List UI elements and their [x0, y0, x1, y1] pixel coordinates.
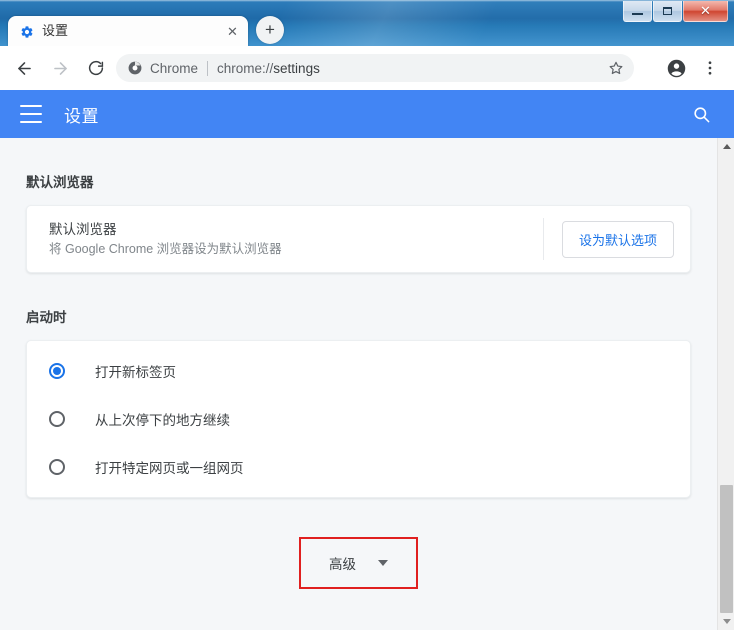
- search-icon[interactable]: [690, 103, 712, 125]
- settings-content: 默认浏览器 默认浏览器 将 Google Chrome 浏览器设为默认浏览器 设…: [0, 138, 717, 630]
- close-tab-button[interactable]: ✕: [225, 24, 240, 39]
- default-browser-card: 默认浏览器 将 Google Chrome 浏览器设为默认浏览器 设为默认选项: [26, 205, 691, 273]
- radio-button-icon[interactable]: [49, 363, 65, 379]
- on-startup-card: 打开新标签页 从上次停下的地方继续 打开特定网页或一组网页: [26, 340, 691, 498]
- vertical-scrollbar[interactable]: [717, 138, 734, 630]
- startup-option-new-tab[interactable]: 打开新标签页: [27, 347, 690, 395]
- hamburger-bar: [20, 105, 42, 107]
- new-tab-button[interactable]: +: [256, 16, 284, 44]
- startup-radio-group: 打开新标签页 从上次停下的地方继续 打开特定网页或一组网页: [27, 341, 690, 497]
- maximize-icon: [663, 7, 672, 15]
- maximize-button[interactable]: [653, 1, 682, 22]
- omnibox-url-scheme: chrome://: [217, 60, 274, 76]
- address-bar[interactable]: Chrome chrome://settings: [116, 54, 634, 82]
- browser-tab[interactable]: 设置 ✕: [8, 16, 248, 46]
- omnibox-chip-label: Chrome: [150, 60, 199, 76]
- startup-option-specific-pages[interactable]: 打开特定网页或一组网页: [27, 443, 690, 491]
- divider: [542, 218, 544, 260]
- default-browser-text: 默认浏览器 将 Google Chrome 浏览器设为默认浏览器: [49, 220, 543, 259]
- scrollbar-thumb[interactable]: [720, 485, 733, 613]
- profile-avatar-button[interactable]: [662, 54, 690, 82]
- forward-button[interactable]: [45, 53, 75, 83]
- set-as-default-button[interactable]: 设为默认选项: [561, 220, 674, 258]
- section-label-default-browser: 默认浏览器: [26, 175, 94, 190]
- gear-icon: [19, 24, 34, 39]
- settings-header: 设置: [0, 90, 734, 138]
- close-window-button[interactable]: ✕: [683, 1, 728, 22]
- omnibox-url: chrome://settings: [217, 61, 320, 76]
- advanced-label: 高级: [329, 557, 356, 572]
- close-icon: ✕: [700, 3, 711, 19]
- startup-option-label: 打开新标签页: [95, 365, 176, 380]
- startup-option-continue[interactable]: 从上次停下的地方继续: [27, 395, 690, 443]
- radio-button-icon[interactable]: [49, 459, 65, 475]
- page-title: 设置: [64, 106, 99, 126]
- hamburger-bar: [20, 121, 42, 123]
- back-button[interactable]: [9, 53, 39, 83]
- chrome-logo-icon: [127, 60, 143, 76]
- scroll-down-button[interactable]: [718, 613, 734, 630]
- advanced-section: 高级: [0, 537, 717, 589]
- minimize-icon: [632, 13, 643, 15]
- default-browser-title: 默认浏览器: [49, 221, 117, 237]
- omnibox-url-path: settings: [273, 60, 320, 76]
- bookmark-star-icon[interactable]: [606, 58, 626, 78]
- section-label-on-startup: 启动时: [26, 310, 67, 325]
- startup-option-label: 从上次停下的地方继续: [95, 413, 230, 428]
- radio-button-icon[interactable]: [49, 411, 65, 427]
- advanced-expand-button[interactable]: 高级: [329, 553, 388, 573]
- browser-window: ✕ 设置 ✕ + Chrome chrome://settings 设置 默认浏…: [0, 0, 734, 630]
- triangle-up-icon: [722, 144, 731, 149]
- window-controls: ✕: [622, 1, 728, 23]
- default-browser-row: 默认浏览器 将 Google Chrome 浏览器设为默认浏览器 设为默认选项: [27, 206, 690, 272]
- reload-button[interactable]: [81, 53, 111, 83]
- browser-menu-button[interactable]: [696, 54, 724, 82]
- annotation-highlight-box: 高级: [299, 537, 418, 589]
- tab-title: 设置: [42, 23, 69, 38]
- minimize-button[interactable]: [623, 1, 652, 22]
- hamburger-bar: [20, 113, 42, 115]
- triangle-down-icon: [722, 619, 731, 624]
- default-browser-subtitle: 将 Google Chrome 浏览器设为默认浏览器: [49, 241, 282, 256]
- startup-option-label: 打开特定网页或一组网页: [95, 461, 244, 476]
- chevron-down-icon: [378, 560, 388, 566]
- scroll-up-button[interactable]: [718, 138, 734, 155]
- hamburger-icon[interactable]: [20, 105, 42, 123]
- omnibox-separator: [207, 60, 209, 76]
